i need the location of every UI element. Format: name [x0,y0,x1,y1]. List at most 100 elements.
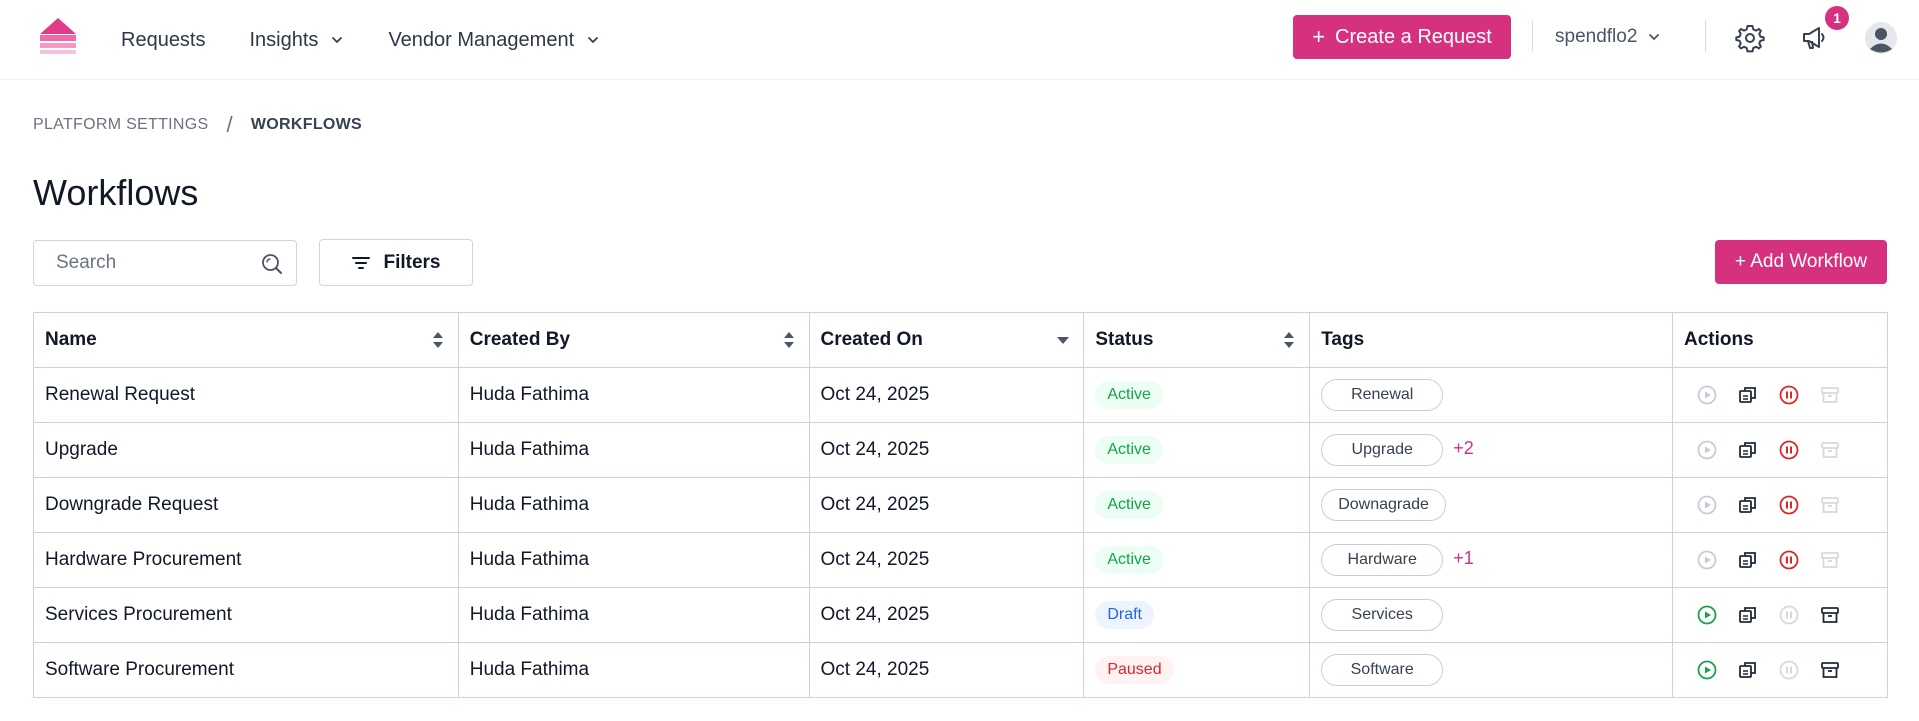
archive-icon[interactable] [1819,659,1841,681]
duplicate-icon[interactable] [1737,549,1759,571]
tag-chip: Upgrade [1321,434,1444,466]
cell-actions [1672,642,1888,698]
status-badge: Active [1095,546,1163,574]
duplicate-icon[interactable] [1737,494,1759,516]
cell-status: Active [1083,477,1311,533]
start-workflow-icon [1697,495,1717,515]
breadcrumb: PLATFORM SETTINGS / WORKFLOWS [33,112,362,138]
start-workflow-icon[interactable] [1696,659,1718,681]
account-name: spendflo2 [1555,26,1638,47]
row-actions [1684,549,1876,571]
table-row[interactable]: Hardware Procurement Huda Fathima Oct 24, … [33,532,1888,588]
user-avatar-icon[interactable] [1864,21,1898,55]
account-switcher[interactable]: spendflo2 [1555,0,1661,74]
workflow-name[interactable]: Services Procurement [45,604,232,625]
created-by: Huda Fathima [469,439,590,460]
gear-icon[interactable] [1734,22,1766,54]
cell-created-on: Oct 24, 2025 [808,422,1085,478]
sort-icon[interactable] [783,330,795,350]
table-row[interactable]: Downgrade Request Huda Fathima Oct 24, 202… [33,477,1888,533]
cell-created-on: Oct 24, 2025 [808,367,1085,423]
created-on: Oct 24, 2025 [820,439,930,460]
created-by: Huda Fathima [469,494,590,515]
nav-requests[interactable]: Requests [121,29,206,52]
cell-name: Services Procurement [33,587,459,643]
main-nav: Requests Insights Vendor Management [121,0,644,80]
workflow-name[interactable]: Renewal Request [45,384,195,405]
duplicate-icon[interactable] [1737,604,1759,626]
chevron-down-icon [588,37,599,44]
sort-desc-icon[interactable] [1057,330,1070,350]
pause-workflow-icon[interactable] [1778,384,1800,406]
column-header-created-on[interactable]: Created On [808,312,1085,368]
table-row[interactable]: Software Procurement Huda Fathima Oct 24, … [33,642,1888,698]
megaphone-icon[interactable] [1799,22,1831,54]
table-body: Renewal Request Huda Fathima Oct 24, 2025 A… [33,367,1888,698]
tag-chip: Services [1321,599,1444,631]
duplicate-icon[interactable] [1737,659,1759,681]
cell-name: Hardware Procurement [33,532,459,588]
cell-tags: Renewal [1309,367,1673,423]
search-box [33,240,297,286]
cell-created-on: Oct 24, 2025 [808,587,1085,643]
start-workflow-icon[interactable] [1696,604,1718,626]
workflow-name[interactable]: Software Procurement [45,659,234,680]
workflow-name[interactable]: Downgrade Request [45,494,218,515]
column-header-label: Actions [1684,329,1754,350]
breadcrumb-separator: / [226,112,233,137]
archive-icon[interactable] [1819,604,1841,626]
duplicate-icon[interactable] [1737,384,1759,406]
search-icon[interactable] [260,252,284,276]
breadcrumb-platform-settings[interactable]: PLATFORM SETTINGS [33,116,208,134]
add-workflow-button[interactable]: + Add Workflow [1715,240,1887,284]
cell-created-on: Oct 24, 2025 [808,477,1085,533]
cell-created-by: Huda Fathima [457,367,810,423]
cell-actions [1672,367,1888,423]
filters-button[interactable]: Filters [319,239,473,286]
table-row[interactable]: Renewal Request Huda Fathima Oct 24, 2025 A… [33,367,1888,423]
created-by: Huda Fathima [469,659,590,680]
column-header-status[interactable]: Status [1083,312,1311,368]
sort-icon[interactable] [1283,330,1295,350]
cell-actions [1672,477,1888,533]
more-tags-count[interactable]: +1 [1453,548,1474,568]
workflow-name[interactable]: Upgrade [45,439,118,460]
nav-insights-label: Insights [249,28,319,51]
filter-icon [352,256,371,269]
duplicate-icon[interactable] [1737,439,1759,461]
chevron-down-icon [1649,34,1660,41]
more-tags-count[interactable]: +2 [1453,438,1474,458]
status-badge: Active [1095,491,1163,519]
pause-workflow-icon[interactable] [1778,439,1800,461]
table-row[interactable]: Services Procurement Huda Fathima Oct 24, … [33,587,1888,643]
cell-actions [1672,587,1888,643]
workflow-name[interactable]: Hardware Procurement [45,549,241,570]
search-input[interactable] [34,252,244,274]
nav-insights[interactable]: Insights [250,29,345,52]
cell-status: Active [1083,422,1311,478]
pause-workflow-icon[interactable] [1778,549,1800,571]
start-workflow-icon [1697,385,1717,405]
cell-tags: Upgrade +2 [1309,422,1673,478]
page-title: Workflows [33,172,199,213]
cell-status: Active [1083,532,1311,588]
spendflo-logo[interactable] [36,16,80,56]
column-header-name[interactable]: Name [33,312,459,368]
table-row[interactable]: Upgrade Huda Fathima Oct 24, 2025 Active Upg… [33,422,1888,478]
pause-workflow-icon[interactable] [1778,494,1800,516]
create-request-label: Create a Request [1335,25,1492,48]
status-badge: Paused [1095,656,1174,684]
table-header-row: Name Created By Created On Status Tags Action… [33,312,1888,368]
cell-created-on: Oct 24, 2025 [808,532,1085,588]
nav-vendor-management[interactable]: Vendor Management [388,29,600,52]
archive-icon [1821,552,1839,568]
created-by: Huda Fathima [469,384,590,405]
divider [1705,20,1706,52]
column-header-created-by[interactable]: Created By [457,312,810,368]
plus-icon: + [1312,24,1326,49]
row-actions [1684,604,1876,626]
cell-name: Software Procurement [33,642,459,698]
sort-icon[interactable] [432,330,444,350]
archive-icon [1821,387,1839,403]
create-request-button[interactable]: + Create a Request [1293,15,1511,59]
